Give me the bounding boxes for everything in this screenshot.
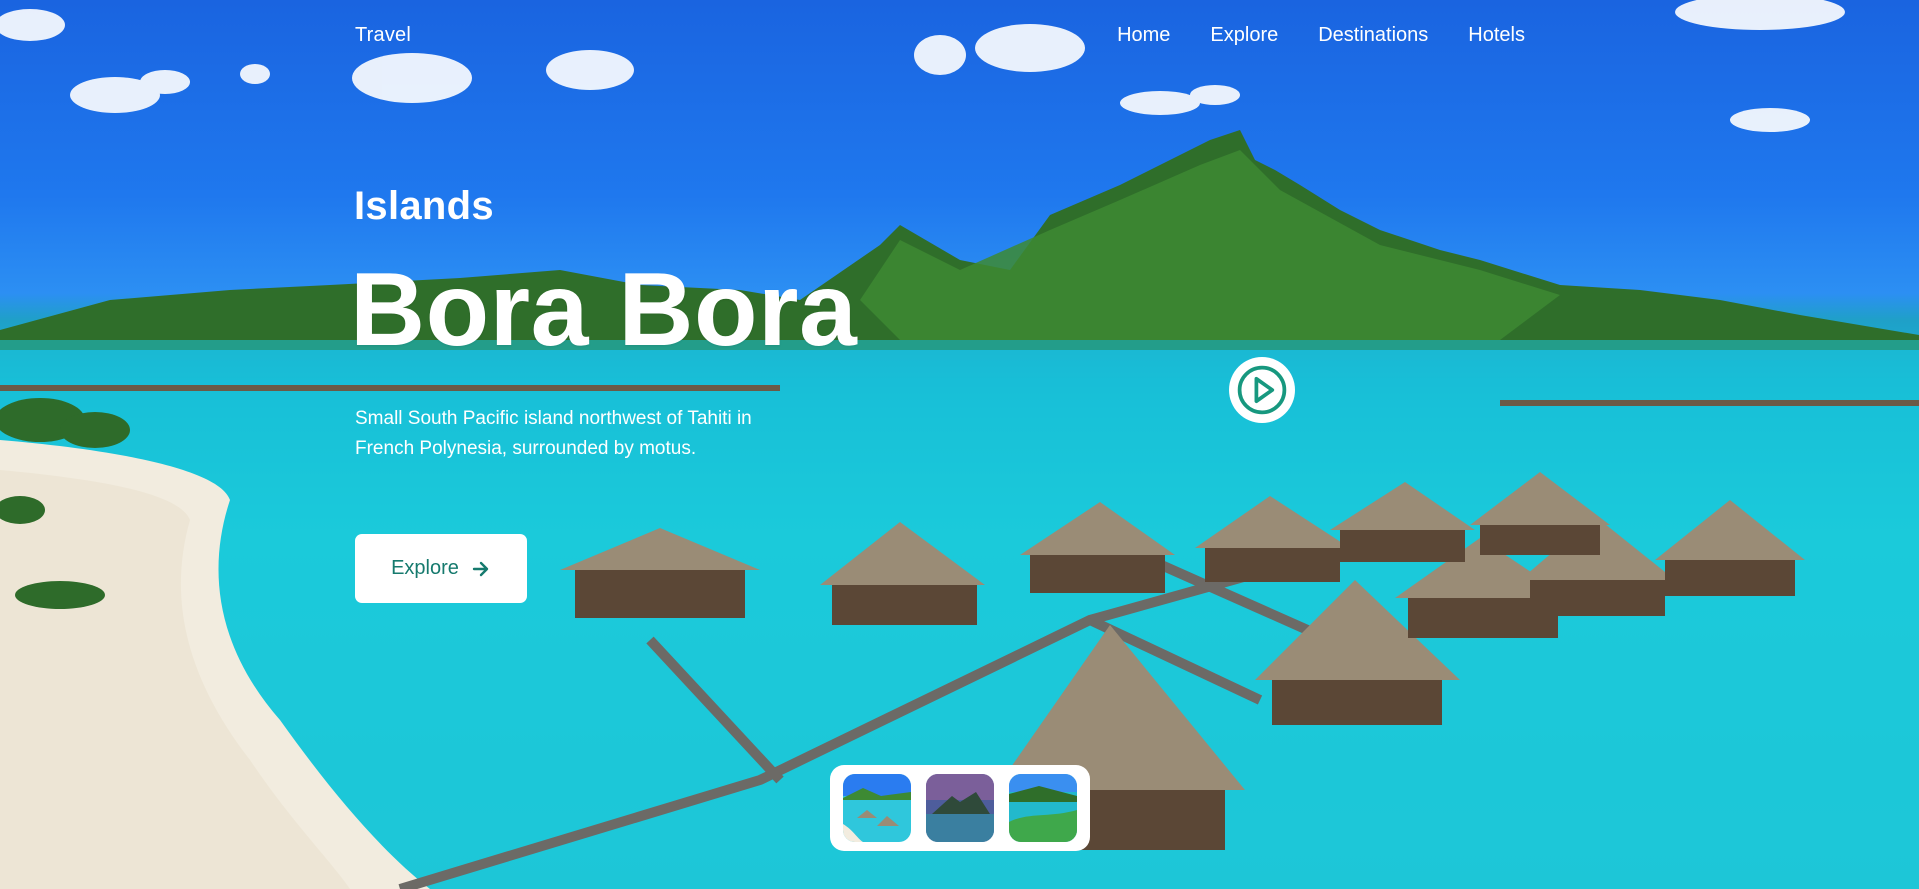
hero-title: Bora Bora [350, 252, 858, 368]
play-video-button[interactable] [1229, 357, 1295, 423]
nav-hotels[interactable]: Hotels [1468, 24, 1525, 47]
hero-subtitle: Islands [354, 184, 494, 228]
nav-destinations[interactable]: Destinations [1318, 24, 1428, 47]
arrow-right-icon [471, 559, 491, 579]
overwater-bungalows-thumbnail[interactable] [843, 774, 912, 842]
lagoon-thumbnail[interactable] [1008, 774, 1077, 842]
play-circle-icon [1237, 365, 1287, 415]
explore-button-label: Explore [391, 557, 459, 579]
main-nav: Home Explore Destinations Hotels [1117, 24, 1525, 47]
explore-button[interactable]: Explore [355, 534, 527, 603]
nav-explore[interactable]: Explore [1210, 24, 1278, 47]
nav-home[interactable]: Home [1117, 24, 1170, 47]
island-sunset-thumbnail[interactable] [925, 774, 994, 842]
hero-section: Travel Home Explore Destinations Hotels … [0, 0, 1919, 889]
brand-logo[interactable]: Travel [355, 24, 411, 47]
hero-description: Small South Pacific island northwest of … [355, 408, 752, 459]
thumbnail-strip [830, 765, 1090, 851]
hero-background-image [0, 0, 1919, 889]
clouds [0, 0, 1845, 132]
